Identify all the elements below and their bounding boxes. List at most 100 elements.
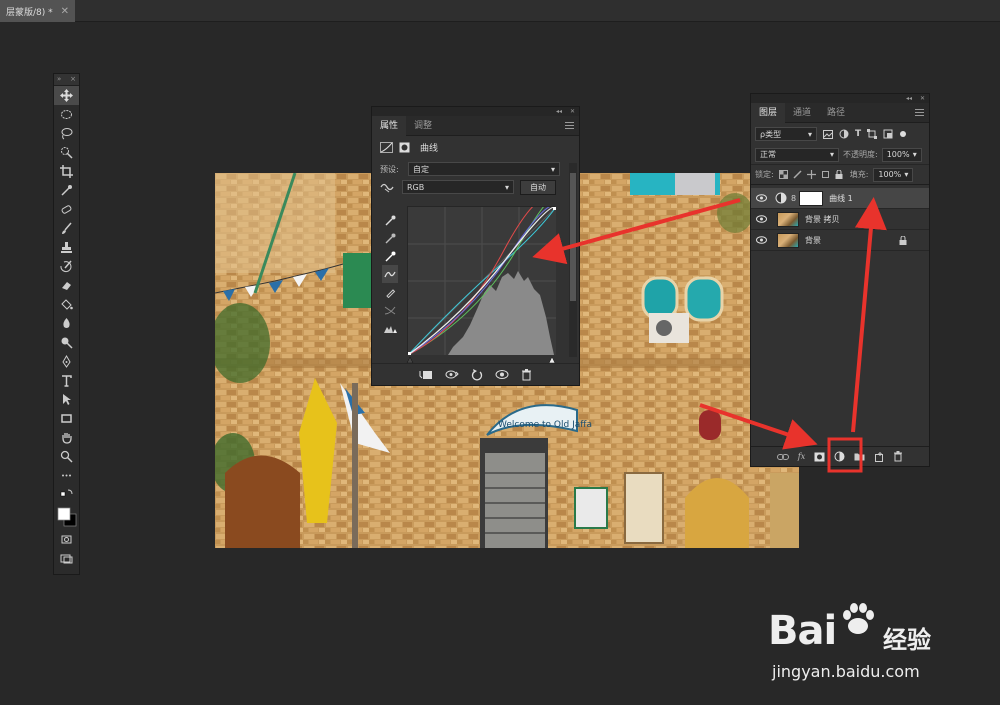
stamp-tool-icon[interactable] — [54, 238, 79, 257]
gray-point-eyedropper-icon[interactable] — [382, 229, 398, 247]
screen-mode-icon[interactable] — [54, 549, 79, 568]
target-adjust-icon[interactable] — [380, 181, 394, 193]
white-point-eyedropper-icon[interactable] — [382, 247, 398, 265]
panel-menu-icon[interactable] — [565, 122, 574, 129]
filter-toggle-icon[interactable] — [899, 130, 907, 138]
lock-artboard-icon[interactable] — [821, 170, 830, 179]
close-icon[interactable]: ✕ — [920, 95, 925, 102]
preset-dropdown[interactable]: 自定 ▾ — [408, 162, 560, 176]
marquee-tool-icon[interactable] — [54, 105, 79, 124]
lock-pixels-icon[interactable] — [793, 170, 802, 179]
crop-tool-icon[interactable] — [54, 162, 79, 181]
chevron-down-icon: ▾ — [904, 170, 909, 179]
eraser-tool-icon[interactable] — [54, 276, 79, 295]
filter-kind-dropdown[interactable]: ρ类型 ▾ — [755, 127, 817, 141]
lock-all-icon[interactable] — [835, 170, 843, 179]
layers-panel: ◂◂ ✕ 图层 通道 路径 ρ类型 ▾ T 正常 ▾ 不透明度: 100% ▾ 锁… — [750, 93, 930, 467]
black-point-eyedropper-icon[interactable] — [382, 211, 398, 229]
eyedropper-tool-icon[interactable] — [54, 181, 79, 200]
new-group-folder-icon[interactable] — [854, 452, 865, 461]
quick-mask-icon[interactable] — [54, 530, 79, 549]
trash-icon[interactable] — [521, 368, 532, 381]
quick-select-tool-icon[interactable] — [54, 143, 79, 162]
fill-value: 100% — [878, 170, 902, 179]
paint-bucket-tool-icon[interactable] — [54, 295, 79, 314]
lasso-tool-icon[interactable] — [54, 124, 79, 143]
layer-style-fx-icon[interactable]: fx — [798, 452, 805, 461]
document-tab[interactable]: 层蒙版/8) * ✕ — [0, 0, 76, 22]
properties-scrollbar[interactable] — [569, 163, 577, 357]
clip-to-layer-icon[interactable] — [419, 369, 433, 380]
close-tab-icon[interactable]: ✕ — [61, 6, 69, 17]
fill-field[interactable]: 100% ▾ — [873, 167, 914, 182]
swap-colors-icon[interactable] — [54, 485, 79, 504]
opacity-field[interactable]: 100% ▾ — [881, 147, 922, 162]
preset-label: 预设: — [380, 164, 399, 174]
rectangle-tool-icon[interactable] — [54, 409, 79, 428]
history-brush-tool-icon[interactable] — [54, 257, 79, 276]
visibility-eye-icon[interactable] — [495, 369, 509, 380]
watermark-brand: Bai — [768, 608, 837, 654]
type-tool-icon[interactable] — [54, 371, 79, 390]
color-swatches[interactable] — [54, 504, 79, 530]
close-icon[interactable]: × — [70, 74, 76, 85]
pencil-draw-icon[interactable] — [382, 283, 398, 301]
smooth-curve-icon[interactable] — [382, 301, 398, 319]
new-adjustment-layer-icon[interactable] — [834, 451, 845, 462]
scrollbar-thumb[interactable] — [570, 173, 576, 301]
view-previous-state-icon[interactable] — [445, 369, 459, 380]
panel-menu-icon[interactable] — [915, 109, 924, 116]
layer-row-curves[interactable]: 8 曲线 1 — [751, 188, 929, 209]
dodge-tool-icon[interactable] — [54, 333, 79, 352]
visibility-eye-icon[interactable] — [751, 215, 771, 223]
add-mask-icon[interactable] — [814, 452, 825, 462]
adjustment-filter-icon[interactable] — [839, 129, 849, 139]
pixel-filter-icon[interactable] — [823, 129, 833, 139]
properties-tabs: 属性 调整 — [372, 115, 579, 136]
close-icon[interactable]: ✕ — [570, 108, 575, 115]
lock-position-icon[interactable] — [806, 170, 816, 179]
visibility-eye-icon[interactable] — [751, 194, 771, 202]
tab-channels[interactable]: 通道 — [785, 103, 819, 123]
brush-tool-icon[interactable] — [54, 219, 79, 238]
shape-filter-icon[interactable] — [867, 129, 878, 139]
healing-brush-tool-icon[interactable] — [54, 200, 79, 219]
layer-mask-thumbnail[interactable] — [799, 190, 824, 206]
tab-properties[interactable]: 属性 — [372, 115, 407, 136]
pen-tool-icon[interactable] — [54, 352, 79, 371]
tab-adjustments[interactable]: 调整 — [406, 116, 440, 136]
path-select-tool-icon[interactable] — [54, 390, 79, 409]
blur-tool-icon[interactable] — [54, 314, 79, 333]
reset-icon[interactable] — [471, 368, 483, 381]
zoom-tool-icon[interactable] — [54, 447, 79, 466]
collapse-icon[interactable]: ◂◂ — [556, 108, 562, 115]
collapse-icon[interactable]: » — [57, 74, 61, 85]
layer-row-background[interactable]: 背景 — [751, 230, 929, 251]
trash-icon[interactable] — [893, 451, 903, 462]
channel-dropdown[interactable]: RGB ▾ — [402, 180, 514, 194]
link-layers-icon[interactable] — [776, 453, 789, 461]
clipping-warning-icon[interactable] — [382, 319, 398, 337]
hand-tool-icon[interactable] — [54, 428, 79, 447]
lock-transparent-icon[interactable] — [778, 170, 788, 179]
mask-link-icon[interactable]: 8 — [791, 194, 796, 203]
curves-adjustment-icon — [380, 141, 393, 153]
layer-row-background-copy[interactable]: 背景 拷贝 — [751, 209, 929, 230]
layers-tabs: 图层 通道 路径 — [751, 102, 929, 123]
layer-mask-icon[interactable] — [399, 142, 410, 153]
visibility-eye-icon[interactable] — [751, 236, 771, 244]
new-layer-icon[interactable] — [874, 451, 884, 462]
auto-button[interactable]: 自动 — [520, 179, 556, 195]
more-tools-icon[interactable] — [54, 466, 79, 485]
tab-layers[interactable]: 图层 — [751, 102, 786, 123]
collapse-icon[interactable]: ◂◂ — [906, 95, 912, 102]
curves-graph[interactable] — [407, 197, 557, 356]
blend-mode-dropdown[interactable]: 正常 ▾ — [755, 147, 839, 162]
tab-paths[interactable]: 路径 — [819, 103, 853, 123]
move-tool-icon[interactable] — [54, 86, 79, 105]
type-filter-icon[interactable]: T — [855, 129, 861, 139]
blend-mode-value: 正常 — [760, 150, 776, 159]
curve-point-tool-icon[interactable] — [382, 265, 398, 283]
layer-name: 背景 拷贝 — [805, 214, 840, 224]
smart-object-filter-icon[interactable] — [883, 129, 893, 139]
